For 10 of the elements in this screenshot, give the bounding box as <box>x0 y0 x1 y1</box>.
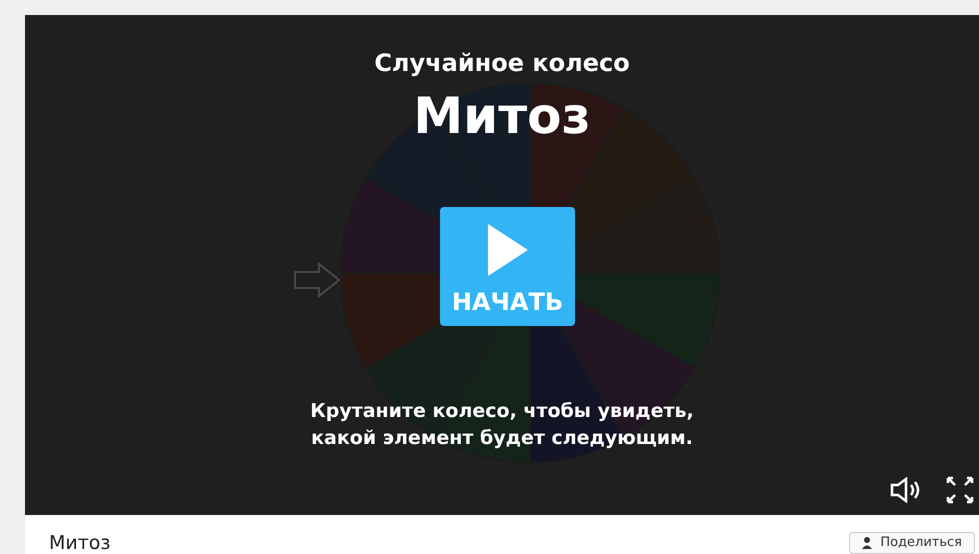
share-button[interactable]: Поделиться <box>849 532 975 554</box>
instruction-text: Крутаните колесо, чтобы увидеть, <box>310 399 694 424</box>
person-icon <box>862 537 872 549</box>
game-title: Митоз <box>413 86 591 147</box>
game-type-label: Случайное колесо <box>374 48 630 79</box>
sound-icon[interactable] <box>889 477 921 503</box>
fullscreen-icon[interactable] <box>945 475 975 505</box>
instruction-text: какой элемент будет следующим. <box>311 426 693 451</box>
pointer-arrow-icon <box>293 262 341 298</box>
activity-title: Митоз <box>49 534 111 554</box>
